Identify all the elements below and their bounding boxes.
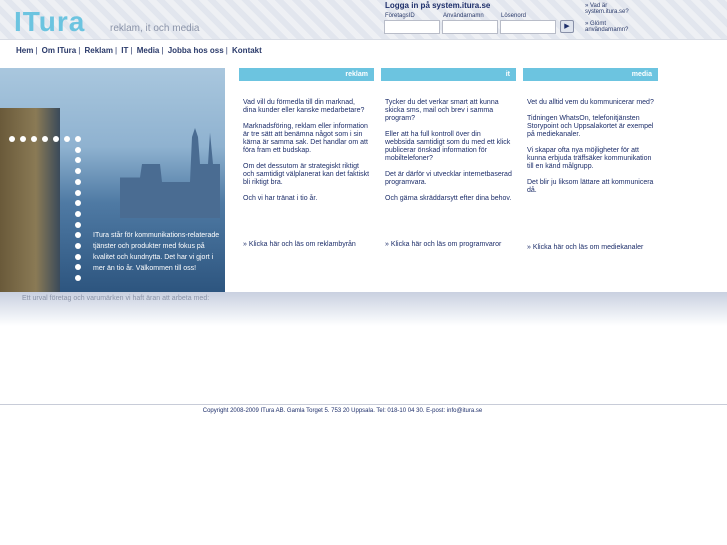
decorative-dot (75, 210, 81, 217)
column-heading: reklam (239, 68, 374, 81)
nav-it[interactable]: IT (121, 46, 128, 55)
paragraph: Tidningen WhatsOn, telefonitjänsten Stor… (527, 115, 654, 138)
nav-media[interactable]: Media (137, 46, 160, 55)
decorative-dot (75, 275, 81, 282)
paragraph: Och gärna skräddarsytt efter dina behov. (385, 195, 512, 202)
decorative-dot (75, 157, 81, 164)
decorative-dot (75, 146, 81, 153)
company-id-input[interactable] (384, 20, 440, 34)
hero-text: ITura står för kommunikations-relaterade… (93, 232, 220, 272)
header: ITura reklam, it och media Logga in på s… (0, 0, 727, 40)
nav-om-itura[interactable]: Om ITura (42, 46, 77, 55)
it-more-link[interactable]: » Klicka här och läs om programvaror (381, 241, 516, 248)
band-text: Ett urval företag och varumärken vi haft… (22, 295, 210, 302)
what-is-system-link[interactable]: » Vad är system.itura.se? (585, 3, 645, 15)
paragraph: Vet du alltid vem du kommunicerar med? (527, 99, 654, 106)
decorative-dot (9, 136, 15, 142)
column-heading: media (523, 68, 658, 81)
hero-photo: ITura står för kommunikations-relaterade… (0, 68, 225, 292)
decorative-dot (53, 136, 59, 142)
paragraph: Det blir ju liksom lättare att kommunice… (527, 179, 654, 194)
login-submit-button[interactable]: ▶ (560, 20, 574, 33)
decorative-dot (75, 136, 81, 142)
nav-reklam[interactable]: Reklam (85, 46, 113, 55)
decorative-dot (64, 136, 70, 142)
paragraph: Vi skapar ofta nya möjligheter för att k… (527, 147, 652, 170)
nav-hem[interactable]: Hem (16, 46, 33, 55)
column-reklam: reklam Vad vill du förmedla till din mar… (239, 68, 374, 248)
decorative-dot (42, 136, 48, 142)
decorative-dot (20, 136, 26, 142)
cathedral-image (120, 128, 220, 218)
decorative-dot (75, 189, 81, 196)
decorative-dot (75, 243, 81, 249)
nav-jobba[interactable]: Jobba hos oss (168, 46, 224, 55)
company-id-label: FöretagsID (385, 13, 415, 19)
decorative-dot (75, 232, 81, 239)
paragraph: Om det dessutom är strategiskt riktigt o… (243, 163, 370, 186)
forgot-username-link[interactable]: » Glömt användarnamn? (585, 21, 645, 33)
nav-kontakt[interactable]: Kontakt (232, 46, 262, 55)
decorative-dot (75, 253, 81, 260)
paragraph: Tycker du det verkar smart att kunna ski… (385, 99, 499, 122)
column-media: media Vet du alltid vem du kommunicerar … (523, 68, 658, 251)
decorative-dot (75, 168, 81, 175)
paragraph: Marknadsföring, reklam eller information… (243, 123, 368, 154)
media-more-link[interactable]: » Klicka här och läs om mediekanaler (523, 244, 658, 251)
paragraph: Och vi har tränat i tio år. (243, 195, 318, 202)
column-it: it Tycker du det verkar smart att kunna … (381, 68, 516, 248)
decorative-dot (31, 136, 37, 142)
password-input[interactable] (500, 20, 556, 34)
paragraph: Eller att ha full kontroll över din webb… (385, 131, 511, 162)
decorative-dot (75, 178, 81, 185)
username-input[interactable] (442, 20, 498, 34)
main-nav: Hem | Om ITura | Reklam | IT | Media | Jobba … (16, 46, 262, 55)
building-image (0, 108, 60, 292)
tagline: reklam, it och media (110, 23, 200, 34)
copyright: Copyright 2008-2009 ITura AB. Gamla Torg… (202, 408, 483, 414)
paragraph: Vad vill du förmedla till din marknad, d… (243, 99, 365, 114)
reklam-more-link[interactable]: » Klicka här och läs om reklambyrån (239, 241, 374, 248)
column-heading: it (381, 68, 516, 81)
password-label: Lösenord (501, 13, 527, 19)
paragraph: Det är därför vi utvecklar internetbaser… (385, 171, 512, 186)
logo[interactable]: ITura (14, 6, 85, 38)
decorative-dot (75, 264, 81, 271)
decorative-dot (75, 221, 81, 228)
footer-divider (0, 404, 727, 405)
decorative-dot (75, 200, 81, 207)
login-title: Logga in på system.itura.se (385, 1, 491, 10)
username-label: Användarnamn (443, 13, 484, 19)
